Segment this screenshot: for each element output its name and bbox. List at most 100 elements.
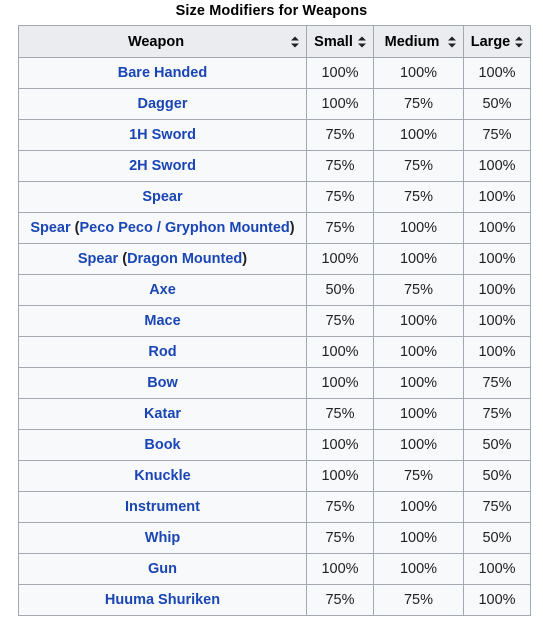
weapon-name-cell: Spear (Dragon Mounted) — [18, 243, 307, 275]
table-row: 2H Sword 75% 75% 100% — [18, 150, 531, 182]
weapon-name-cell: Gun — [18, 553, 307, 585]
sort-updown-icon[interactable] — [358, 35, 367, 48]
weapon-link[interactable]: Book — [144, 437, 180, 453]
weapon-link[interactable]: Bare Handed — [118, 65, 207, 81]
weapon-link[interactable]: Peco Peco / Gryphon Mounted — [80, 220, 290, 236]
small-modifier-cell: 50% — [306, 274, 374, 306]
weapon-link[interactable]: Instrument — [125, 499, 200, 515]
sort-descending-triangle — [291, 43, 299, 47]
weapon-link[interactable]: Spear — [78, 251, 118, 267]
weapon-link[interactable]: Katar — [144, 406, 181, 422]
large-modifier-cell: 100% — [463, 243, 531, 275]
weapon-link[interactable]: Axe — [149, 282, 176, 298]
table-caption: Size Modifiers for Weapons — [175, 3, 368, 19]
table-row: Book 100% 100% 50% — [18, 429, 531, 461]
table-row: Bow 100% 100% 75% — [18, 367, 531, 399]
column-header-weapon[interactable]: Weapon — [18, 25, 307, 58]
weapon-name-cell: Book — [18, 429, 307, 461]
table-container: Weapon Small Medium Large Bare Handed 100% 10… — [0, 21, 543, 616]
table-row: Axe 50% 75% 100% — [18, 274, 531, 306]
column-header-label: Small — [314, 33, 353, 50]
small-modifier-cell: 100% — [306, 429, 374, 461]
weapon-link[interactable]: 2H Sword — [129, 158, 196, 174]
medium-modifier-cell: 100% — [373, 553, 464, 585]
sort-updown-icon[interactable] — [515, 35, 524, 48]
small-modifier-cell: 100% — [306, 336, 374, 368]
weapon-name-cell: Dagger — [18, 88, 307, 120]
weapon-name-cell: Spear — [18, 181, 307, 213]
sort-ascending-triangle — [358, 36, 366, 40]
small-modifier-cell: 75% — [306, 305, 374, 337]
medium-modifier-cell: 75% — [373, 460, 464, 492]
table-row: Huuma Shuriken 75% 75% 100% — [18, 584, 531, 616]
table-row: Dagger 100% 75% 50% — [18, 88, 531, 120]
weapon-name-cell: Katar — [18, 398, 307, 430]
medium-modifier-cell: 100% — [373, 243, 464, 275]
table-row: Whip 75% 100% 50% — [18, 522, 531, 554]
table-body: Bare Handed 100% 100% 100% Dagger 100% 75% 50% 1… — [18, 57, 531, 616]
medium-modifier-cell: 75% — [373, 274, 464, 306]
medium-modifier-cell: 75% — [373, 88, 464, 120]
weapon-link[interactable]: Dagger — [138, 96, 188, 112]
table-row: Knuckle 100% 75% 50% — [18, 460, 531, 492]
large-modifier-cell: 100% — [463, 150, 531, 182]
table-row: Katar 75% 100% 75% — [18, 398, 531, 430]
large-modifier-cell: 50% — [463, 88, 531, 120]
column-header-medium[interactable]: Medium — [373, 25, 464, 58]
weapon-link[interactable]: Huuma Shuriken — [105, 592, 220, 608]
weapon-name-cell: Bow — [18, 367, 307, 399]
column-header-small[interactable]: Small — [306, 25, 374, 58]
medium-modifier-cell: 100% — [373, 398, 464, 430]
table-row: Rod 100% 100% 100% — [18, 336, 531, 368]
column-header-large[interactable]: Large — [463, 25, 531, 58]
large-modifier-cell: 100% — [463, 336, 531, 368]
table-row: 1H Sword 75% 100% 75% — [18, 119, 531, 151]
weapon-link[interactable]: Spear — [30, 220, 70, 236]
weapon-link[interactable]: Gun — [148, 561, 177, 577]
small-modifier-cell: 100% — [306, 553, 374, 585]
weapon-link[interactable]: Dragon Mounted — [127, 251, 242, 267]
weapon-punctuation: ( — [70, 220, 80, 236]
column-header-label: Weapon — [127, 33, 185, 50]
large-modifier-cell: 50% — [463, 522, 531, 554]
table-row: Spear 75% 75% 100% — [18, 181, 531, 213]
weapon-link[interactable]: Spear — [142, 189, 182, 205]
weapon-name-cell: Axe — [18, 274, 307, 306]
small-modifier-cell: 100% — [306, 243, 374, 275]
table-head: Weapon Small Medium Large — [18, 25, 531, 58]
weapon-link[interactable]: Knuckle — [134, 468, 190, 484]
large-modifier-cell: 75% — [463, 119, 531, 151]
table-row: Spear (Dragon Mounted) 100% 100% 100% — [18, 243, 531, 275]
large-modifier-cell: 100% — [463, 584, 531, 616]
large-modifier-cell: 75% — [463, 398, 531, 430]
table-row: Instrument 75% 100% 75% — [18, 491, 531, 523]
weapon-name-cell: Rod — [18, 336, 307, 368]
small-modifier-cell: 75% — [306, 181, 374, 213]
small-modifier-cell: 75% — [306, 584, 374, 616]
weapon-link[interactable]: Bow — [147, 375, 178, 391]
sort-updown-icon[interactable] — [448, 35, 457, 48]
large-modifier-cell: 75% — [463, 491, 531, 523]
medium-modifier-cell: 100% — [373, 212, 464, 244]
weapon-name-cell: Mace — [18, 305, 307, 337]
medium-modifier-cell: 100% — [373, 522, 464, 554]
table-row: Mace 75% 100% 100% — [18, 305, 531, 337]
weapon-name-cell: Knuckle — [18, 460, 307, 492]
weapon-link[interactable]: Mace — [144, 313, 180, 329]
weapon-punctuation: ) — [289, 220, 295, 236]
weapon-name-cell: Bare Handed — [18, 57, 307, 89]
medium-modifier-cell: 75% — [373, 181, 464, 213]
weapon-link[interactable]: 1H Sword — [129, 127, 196, 143]
medium-modifier-cell: 100% — [373, 57, 464, 89]
medium-modifier-cell: 75% — [373, 150, 464, 182]
small-modifier-cell: 100% — [306, 460, 374, 492]
weapon-link[interactable]: Rod — [148, 344, 176, 360]
small-modifier-cell: 75% — [306, 522, 374, 554]
sort-ascending-triangle — [448, 36, 456, 40]
small-modifier-cell: 75% — [306, 398, 374, 430]
page-root: Size Modifiers for Weapons Weapon Small Me… — [0, 0, 543, 622]
weapon-name-cell: 2H Sword — [18, 150, 307, 182]
sort-updown-icon[interactable] — [291, 35, 300, 48]
weapon-link[interactable]: Whip — [145, 530, 180, 546]
large-modifier-cell: 100% — [463, 305, 531, 337]
